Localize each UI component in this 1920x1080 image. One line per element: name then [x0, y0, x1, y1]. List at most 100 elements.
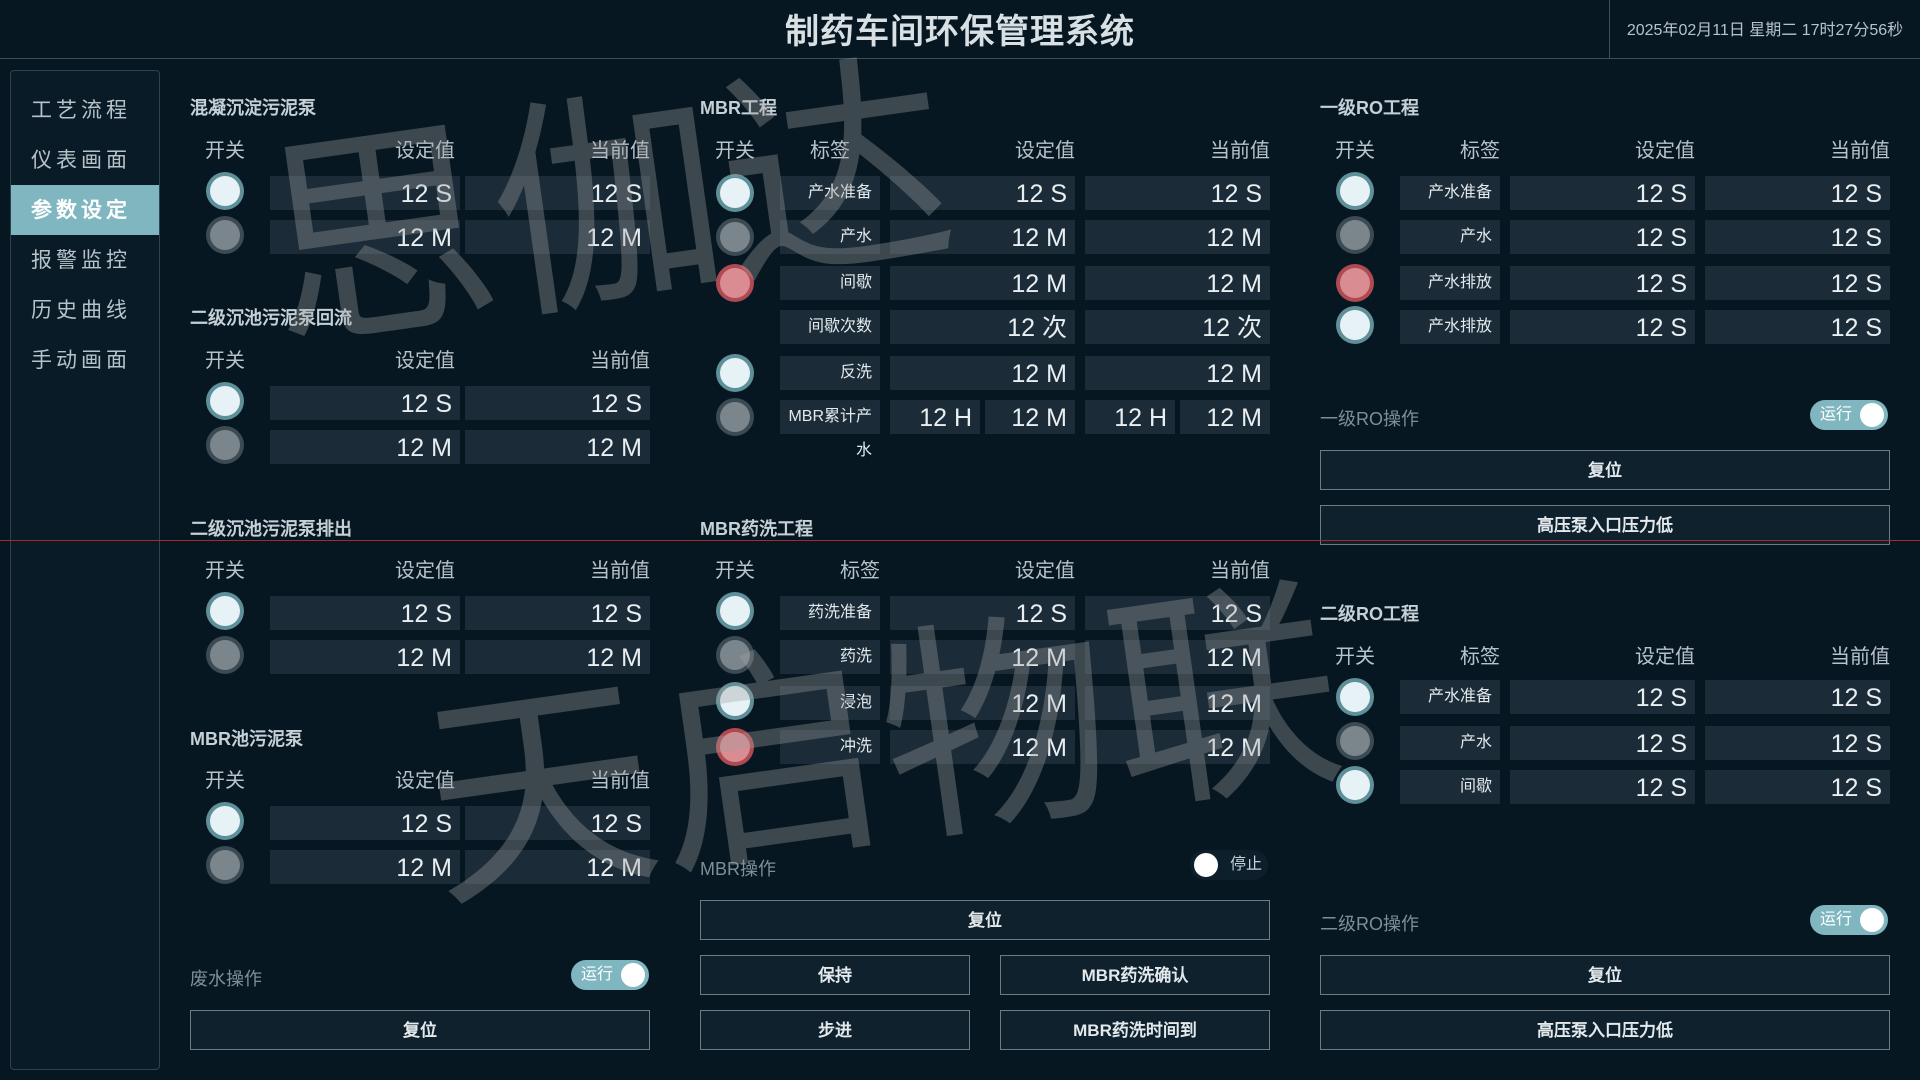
status-lamp[interactable] — [720, 402, 750, 432]
sidebar-item-alarm-monitor[interactable]: 报警监控 — [11, 235, 159, 285]
col-label-current: 当前值 — [1830, 646, 1890, 668]
status-lamp[interactable] — [1340, 220, 1370, 250]
col-label-current: 当前值 — [1830, 140, 1890, 162]
status-lamp[interactable] — [1340, 176, 1370, 206]
setpoint-minutes-field[interactable]: 12 M — [985, 400, 1075, 434]
status-lamp[interactable] — [210, 220, 240, 250]
setpoint-field[interactable]: 12 S — [1510, 266, 1695, 300]
sidebar-item-instruments[interactable]: 仪表画面 — [11, 135, 159, 185]
toggle-label: 停止 — [1229, 856, 1262, 873]
mbr-reset-button[interactable]: 复位 — [700, 900, 1270, 940]
status-lamp[interactable] — [1340, 726, 1370, 756]
setpoint-field[interactable]: 12 S — [1510, 220, 1695, 254]
status-lamp[interactable] — [210, 806, 240, 836]
ro1-run-toggle[interactable]: 运行 — [1810, 400, 1888, 430]
col-label-current: 当前值 — [590, 770, 650, 792]
col-label-switch: 开关 — [205, 770, 245, 792]
col-label-current: 当前值 — [590, 560, 650, 582]
sidebar-item-history-curves[interactable]: 历史曲线 — [11, 285, 159, 335]
setpoint-field[interactable]: 12 S — [1510, 176, 1695, 210]
mbr-hold-button[interactable]: 保持 — [700, 955, 970, 995]
sidebar-item-process-flow[interactable]: 工艺流程 — [11, 85, 159, 135]
section-title-secondary-discharge: 二级沉池污泥泵排出 — [190, 519, 352, 539]
alarm-lamp[interactable] — [1340, 268, 1370, 298]
setpoint-field[interactable]: 12 S — [1510, 726, 1695, 760]
setpoint-field[interactable]: 12 S — [1510, 770, 1695, 804]
setpoint-field[interactable]: 12 M — [270, 220, 460, 254]
status-lamp[interactable] — [210, 176, 240, 206]
status-lamp[interactable] — [720, 596, 750, 626]
setpoint-field[interactable]: 12 S — [1510, 310, 1695, 344]
waste-run-toggle[interactable]: 运行 — [571, 960, 649, 990]
setpoint-field[interactable]: 12 M — [890, 220, 1075, 254]
setpoint-field[interactable]: 12 M — [270, 430, 460, 464]
alarm-lamp[interactable] — [720, 268, 750, 298]
col-label-setpoint: 设定值 — [395, 770, 455, 792]
setpoint-field[interactable]: 12 M — [890, 730, 1075, 764]
setpoint-field[interactable]: 12 M — [890, 356, 1075, 390]
status-lamp[interactable] — [720, 222, 750, 252]
status-lamp[interactable] — [1340, 770, 1370, 800]
setpoint-hours-field[interactable]: 12 H — [890, 400, 980, 434]
tag-label: 反洗 — [780, 356, 880, 390]
section-title-secondary-return: 二级沉池污泥泵回流 — [190, 308, 352, 328]
alarm-lamp[interactable] — [720, 732, 750, 762]
ro2-reset-button[interactable]: 复位 — [1320, 955, 1890, 995]
section-title-mbr-chemical-wash: MBR药洗工程 — [700, 519, 813, 539]
setpoint-field[interactable]: 12 S — [270, 386, 460, 420]
current-value: 12 S — [1705, 726, 1890, 760]
ro1-low-inlet-pressure-button[interactable]: 高压泵入口压力低 — [1320, 505, 1890, 545]
mbr-wash-confirm-button[interactable]: MBR药洗确认 — [1000, 955, 1270, 995]
status-lamp[interactable] — [1340, 682, 1370, 712]
col-label-setpoint: 设定值 — [1635, 140, 1695, 162]
tag-label: 产水排放 — [1400, 310, 1500, 344]
status-lamp[interactable] — [720, 358, 750, 388]
col-label-current: 当前值 — [590, 350, 650, 372]
status-lamp[interactable] — [720, 640, 750, 670]
setpoint-field[interactable]: 12 M — [270, 640, 460, 674]
current-value: 12 S — [465, 596, 650, 630]
status-lamp[interactable] — [210, 850, 240, 880]
current-value: 12 S — [1705, 220, 1890, 254]
tag-label: 药洗准备 — [780, 596, 880, 630]
status-lamp[interactable] — [210, 596, 240, 626]
status-lamp[interactable] — [210, 640, 240, 670]
setpoint-field[interactable]: 12 M — [890, 266, 1075, 300]
current-value: 12 S — [1085, 596, 1270, 630]
mbr-run-toggle[interactable]: 停止 — [1190, 850, 1268, 880]
current-value: 12 M — [1085, 356, 1270, 390]
setpoint-field[interactable]: 12 M — [890, 686, 1075, 720]
setpoint-field[interactable]: 12 S — [270, 806, 460, 840]
mbr-step-button[interactable]: 步进 — [700, 1010, 970, 1050]
mbr-wash-time-up-button[interactable]: MBR药洗时间到 — [1000, 1010, 1270, 1050]
sidebar-item-manual-screen[interactable]: 手动画面 — [11, 335, 159, 385]
section-title-mbr-project: MBR工程 — [700, 98, 777, 118]
status-lamp[interactable] — [210, 430, 240, 460]
mbr-operation-label: MBR操作 — [700, 859, 776, 879]
setpoint-field[interactable]: 12 M — [890, 640, 1075, 674]
toggle-label: 运行 — [581, 966, 614, 983]
ro2-low-inlet-pressure-button[interactable]: 高压泵入口压力低 — [1320, 1010, 1890, 1050]
toggle-knob — [621, 963, 645, 987]
ro1-reset-button[interactable]: 复位 — [1320, 450, 1890, 490]
setpoint-field[interactable]: 12 M — [270, 850, 460, 884]
setpoint-field[interactable]: 12 次 — [890, 310, 1075, 344]
tag-label: 间歇 — [1400, 770, 1500, 804]
tag-label: 间歇次数 — [780, 310, 880, 344]
status-lamp[interactable] — [720, 178, 750, 208]
setpoint-field[interactable]: 12 S — [1510, 680, 1695, 714]
ro2-run-toggle[interactable]: 运行 — [1810, 905, 1888, 935]
current-value: 12 S — [465, 806, 650, 840]
waste-reset-button[interactable]: 复位 — [190, 1010, 650, 1050]
status-lamp[interactable] — [1340, 310, 1370, 340]
current-minutes-value: 12 M — [1180, 400, 1270, 434]
status-lamp[interactable] — [720, 686, 750, 716]
status-lamp[interactable] — [210, 386, 240, 416]
col-label-switch: 开关 — [715, 140, 755, 162]
setpoint-field[interactable]: 12 S — [270, 596, 460, 630]
setpoint-field[interactable]: 12 S — [890, 176, 1075, 210]
sidebar-item-parameter-settings[interactable]: 参数设定 — [11, 185, 159, 235]
setpoint-field[interactable]: 12 S — [890, 596, 1075, 630]
col-label-setpoint: 设定值 — [1015, 140, 1075, 162]
setpoint-field[interactable]: 12 S — [270, 176, 460, 210]
